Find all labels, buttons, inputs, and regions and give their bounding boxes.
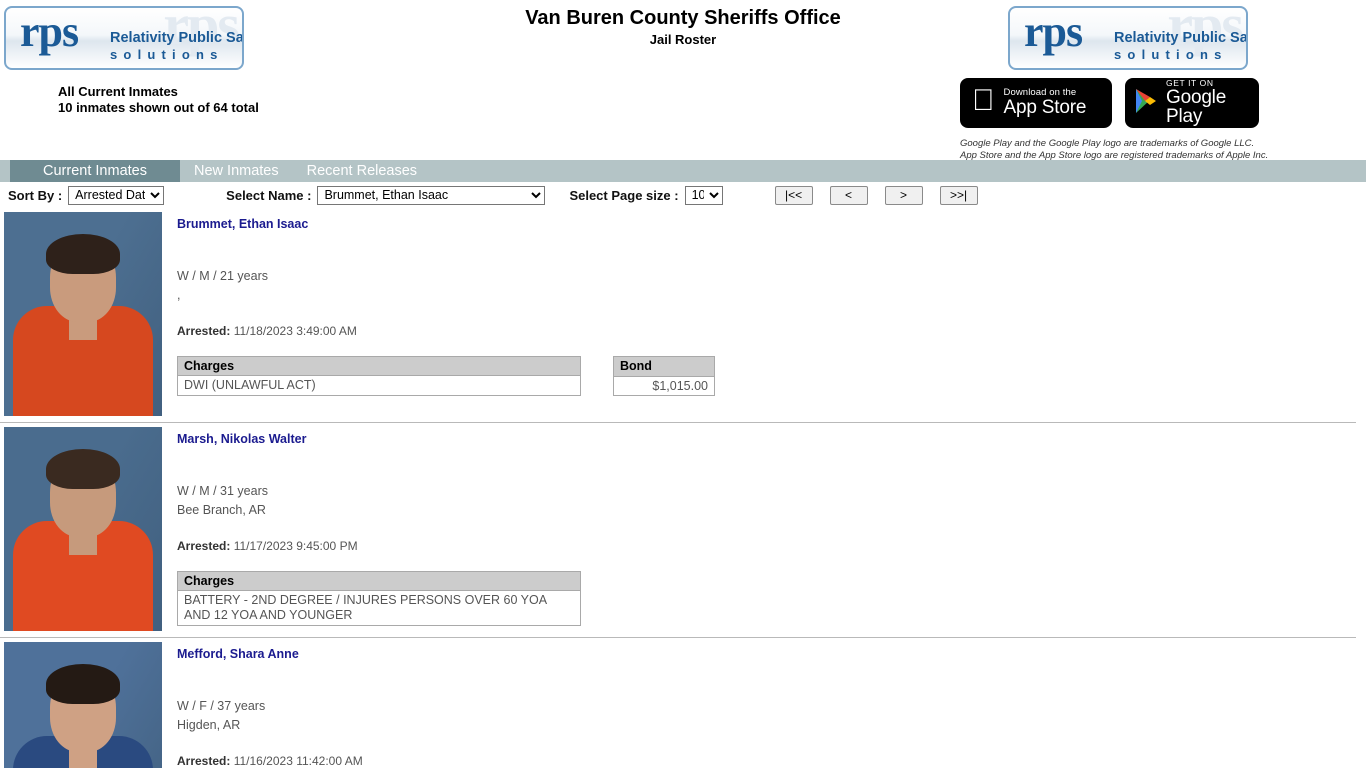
charges-header: Charges	[177, 571, 581, 591]
mugshot-hair	[46, 449, 120, 489]
mugshot-hair	[46, 664, 120, 704]
inmate-city: Bee Branch, AR	[177, 503, 266, 517]
google-play-badge[interactable]: GET IT ON Google Play	[1125, 78, 1259, 128]
tab-current-inmates[interactable]: Current Inmates	[10, 160, 180, 182]
inmate-demographics: W / M / 21 years	[177, 269, 268, 283]
charges-table: Charges BATTERY - 2ND DEGREE / INJURES PE…	[177, 571, 581, 626]
roster-summary-line-1: All Current Inmates	[58, 84, 178, 99]
inmate-city: ,	[177, 288, 181, 302]
inmate-arrested: Arrested: 11/16/2023 11:42:00 AM	[177, 754, 1366, 768]
inmate-record: Marsh, Nikolas Walter W / M / 31 years Bee…	[0, 423, 1366, 631]
apple-icon: 	[972, 86, 995, 116]
rps-logo-mark: rps	[20, 7, 79, 56]
charge-cell: DWI (UNLAWFUL ACT)	[177, 375, 581, 396]
rps-logo-tagline-1: Relativity Public Safety	[110, 30, 244, 46]
google-play-badge-label: Google Play	[1166, 86, 1227, 128]
pagination-controls: |<< < > >>|	[774, 185, 978, 205]
trademark-notice: Google Play and the Google Play logo are…	[960, 138, 1268, 162]
trademark-line-1: Google Play and the Google Play logo are…	[960, 138, 1255, 149]
inmate-tables: Charges DWI (UNLAWFUL ACT) Bond $1,015.00	[177, 356, 1366, 396]
inmate-mugshot[interactable]	[4, 642, 162, 768]
inmate-name-link[interactable]: Marsh, Nikolas Walter	[177, 432, 306, 446]
google-play-icon	[1134, 88, 1158, 119]
roster-summary: All Current Inmates 10 inmates shown out…	[58, 84, 259, 117]
mugshot-hair	[46, 234, 120, 274]
arrested-value: 11/17/2023 9:45:00 PM	[230, 539, 358, 553]
rps-logo-tagline-2: solutions	[110, 47, 224, 62]
inmate-demographics: W / M / 31 years	[177, 484, 268, 498]
inmate-arrested: Arrested: 11/17/2023 9:45:00 PM	[177, 539, 1366, 553]
app-store-badge-label: App Store	[981, 97, 1087, 119]
filter-toolbar: Sort By : Arrested Date Select Name : Br…	[0, 182, 1366, 208]
inmate-roster: Brummet, Ethan Isaac W / M / 21 years, Arr…	[0, 208, 1366, 768]
rps-logo-right: rps rps Relativity Public Safety solutio…	[1008, 6, 1248, 70]
roster-summary-line-2: 10 inmates shown out of 64 total	[58, 100, 259, 116]
page-header: rps rps Relativity Public Safety solutio…	[0, 0, 1366, 162]
charge-row: BATTERY - 2ND DEGREE / INJURES PERSONS O…	[177, 590, 581, 626]
inmate-tables: Charges BATTERY - 2ND DEGREE / INJURES PE…	[177, 571, 1366, 626]
last-page-button[interactable]: >>|	[939, 185, 978, 205]
charges-table: Charges DWI (UNLAWFUL ACT)	[177, 356, 581, 396]
arrested-value: 11/16/2023 11:42:00 AM	[230, 754, 363, 768]
app-store-badge[interactable]:  Download on the App Store	[960, 78, 1112, 128]
inmate-record: Mefford, Shara Anne W / F / 37 years Higde…	[0, 638, 1366, 768]
select-name-label: Select Name :	[226, 187, 312, 203]
bond-cell: $1,015.00	[613, 375, 715, 396]
inmate-city: Higden, AR	[177, 718, 241, 732]
rps-logo-left: rps rps Relativity Public Safety solutio…	[4, 6, 244, 70]
charges-header: Charges	[177, 356, 581, 376]
arrested-value: 11/18/2023 3:49:00 AM	[230, 324, 357, 338]
inmate-info: Mefford, Shara Anne W / F / 37 years Higde…	[162, 642, 1366, 768]
inmate-arrested: Arrested: 11/18/2023 3:49:00 AM	[177, 324, 1366, 338]
inmate-info: Marsh, Nikolas Walter W / M / 31 years Bee…	[162, 427, 1366, 631]
store-badges:  Download on the App Store GET IT ON G	[960, 78, 1259, 128]
sort-by-select[interactable]: Arrested Date	[68, 185, 165, 205]
first-page-button[interactable]: |<<	[774, 185, 813, 205]
arrested-label: Arrested:	[177, 324, 231, 338]
inmate-mugshot[interactable]	[4, 212, 162, 416]
inmate-record: Brummet, Ethan Isaac W / M / 21 years, Arr…	[0, 208, 1366, 416]
rps-logo-mark: rps	[1024, 7, 1083, 56]
next-page-button[interactable]: >	[884, 185, 923, 205]
tab-recent-releases[interactable]: Recent Releases	[293, 160, 431, 182]
inmate-name-link[interactable]: Brummet, Ethan Isaac	[177, 217, 308, 231]
inmate-info: Brummet, Ethan Isaac W / M / 21 years, Arr…	[162, 212, 1366, 416]
page-size-select[interactable]: 10	[684, 185, 723, 205]
rps-logo-tagline-2: solutions	[1114, 47, 1228, 62]
bond-row: $1,015.00	[613, 375, 715, 396]
page-size-label: Select Page size :	[569, 187, 679, 203]
trademark-line-2: App Store and the App Store logo are reg…	[960, 149, 1269, 161]
tab-new-inmates[interactable]: New Inmates	[180, 160, 293, 182]
select-name-select[interactable]: Brummet, Ethan Isaac	[317, 185, 546, 205]
inmate-name-link[interactable]: Mefford, Shara Anne	[177, 647, 299, 661]
bond-header: Bond	[613, 356, 715, 377]
bond-table: Bond $1,015.00	[613, 356, 715, 396]
arrested-label: Arrested:	[177, 754, 231, 768]
inmate-mugshot[interactable]	[4, 427, 162, 631]
previous-page-button[interactable]: <	[829, 185, 868, 205]
charge-row: DWI (UNLAWFUL ACT)	[177, 375, 581, 396]
arrested-label: Arrested:	[177, 539, 231, 553]
rps-logo-tagline-1: Relativity Public Safety	[1114, 30, 1248, 46]
tab-bar: Current Inmates New Inmates Recent Relea…	[0, 160, 1366, 182]
inmate-demographics: W / F / 37 years	[177, 699, 266, 713]
sort-by-label: Sort By :	[8, 187, 63, 203]
charge-cell: BATTERY - 2ND DEGREE / INJURES PERSONS O…	[177, 590, 581, 626]
